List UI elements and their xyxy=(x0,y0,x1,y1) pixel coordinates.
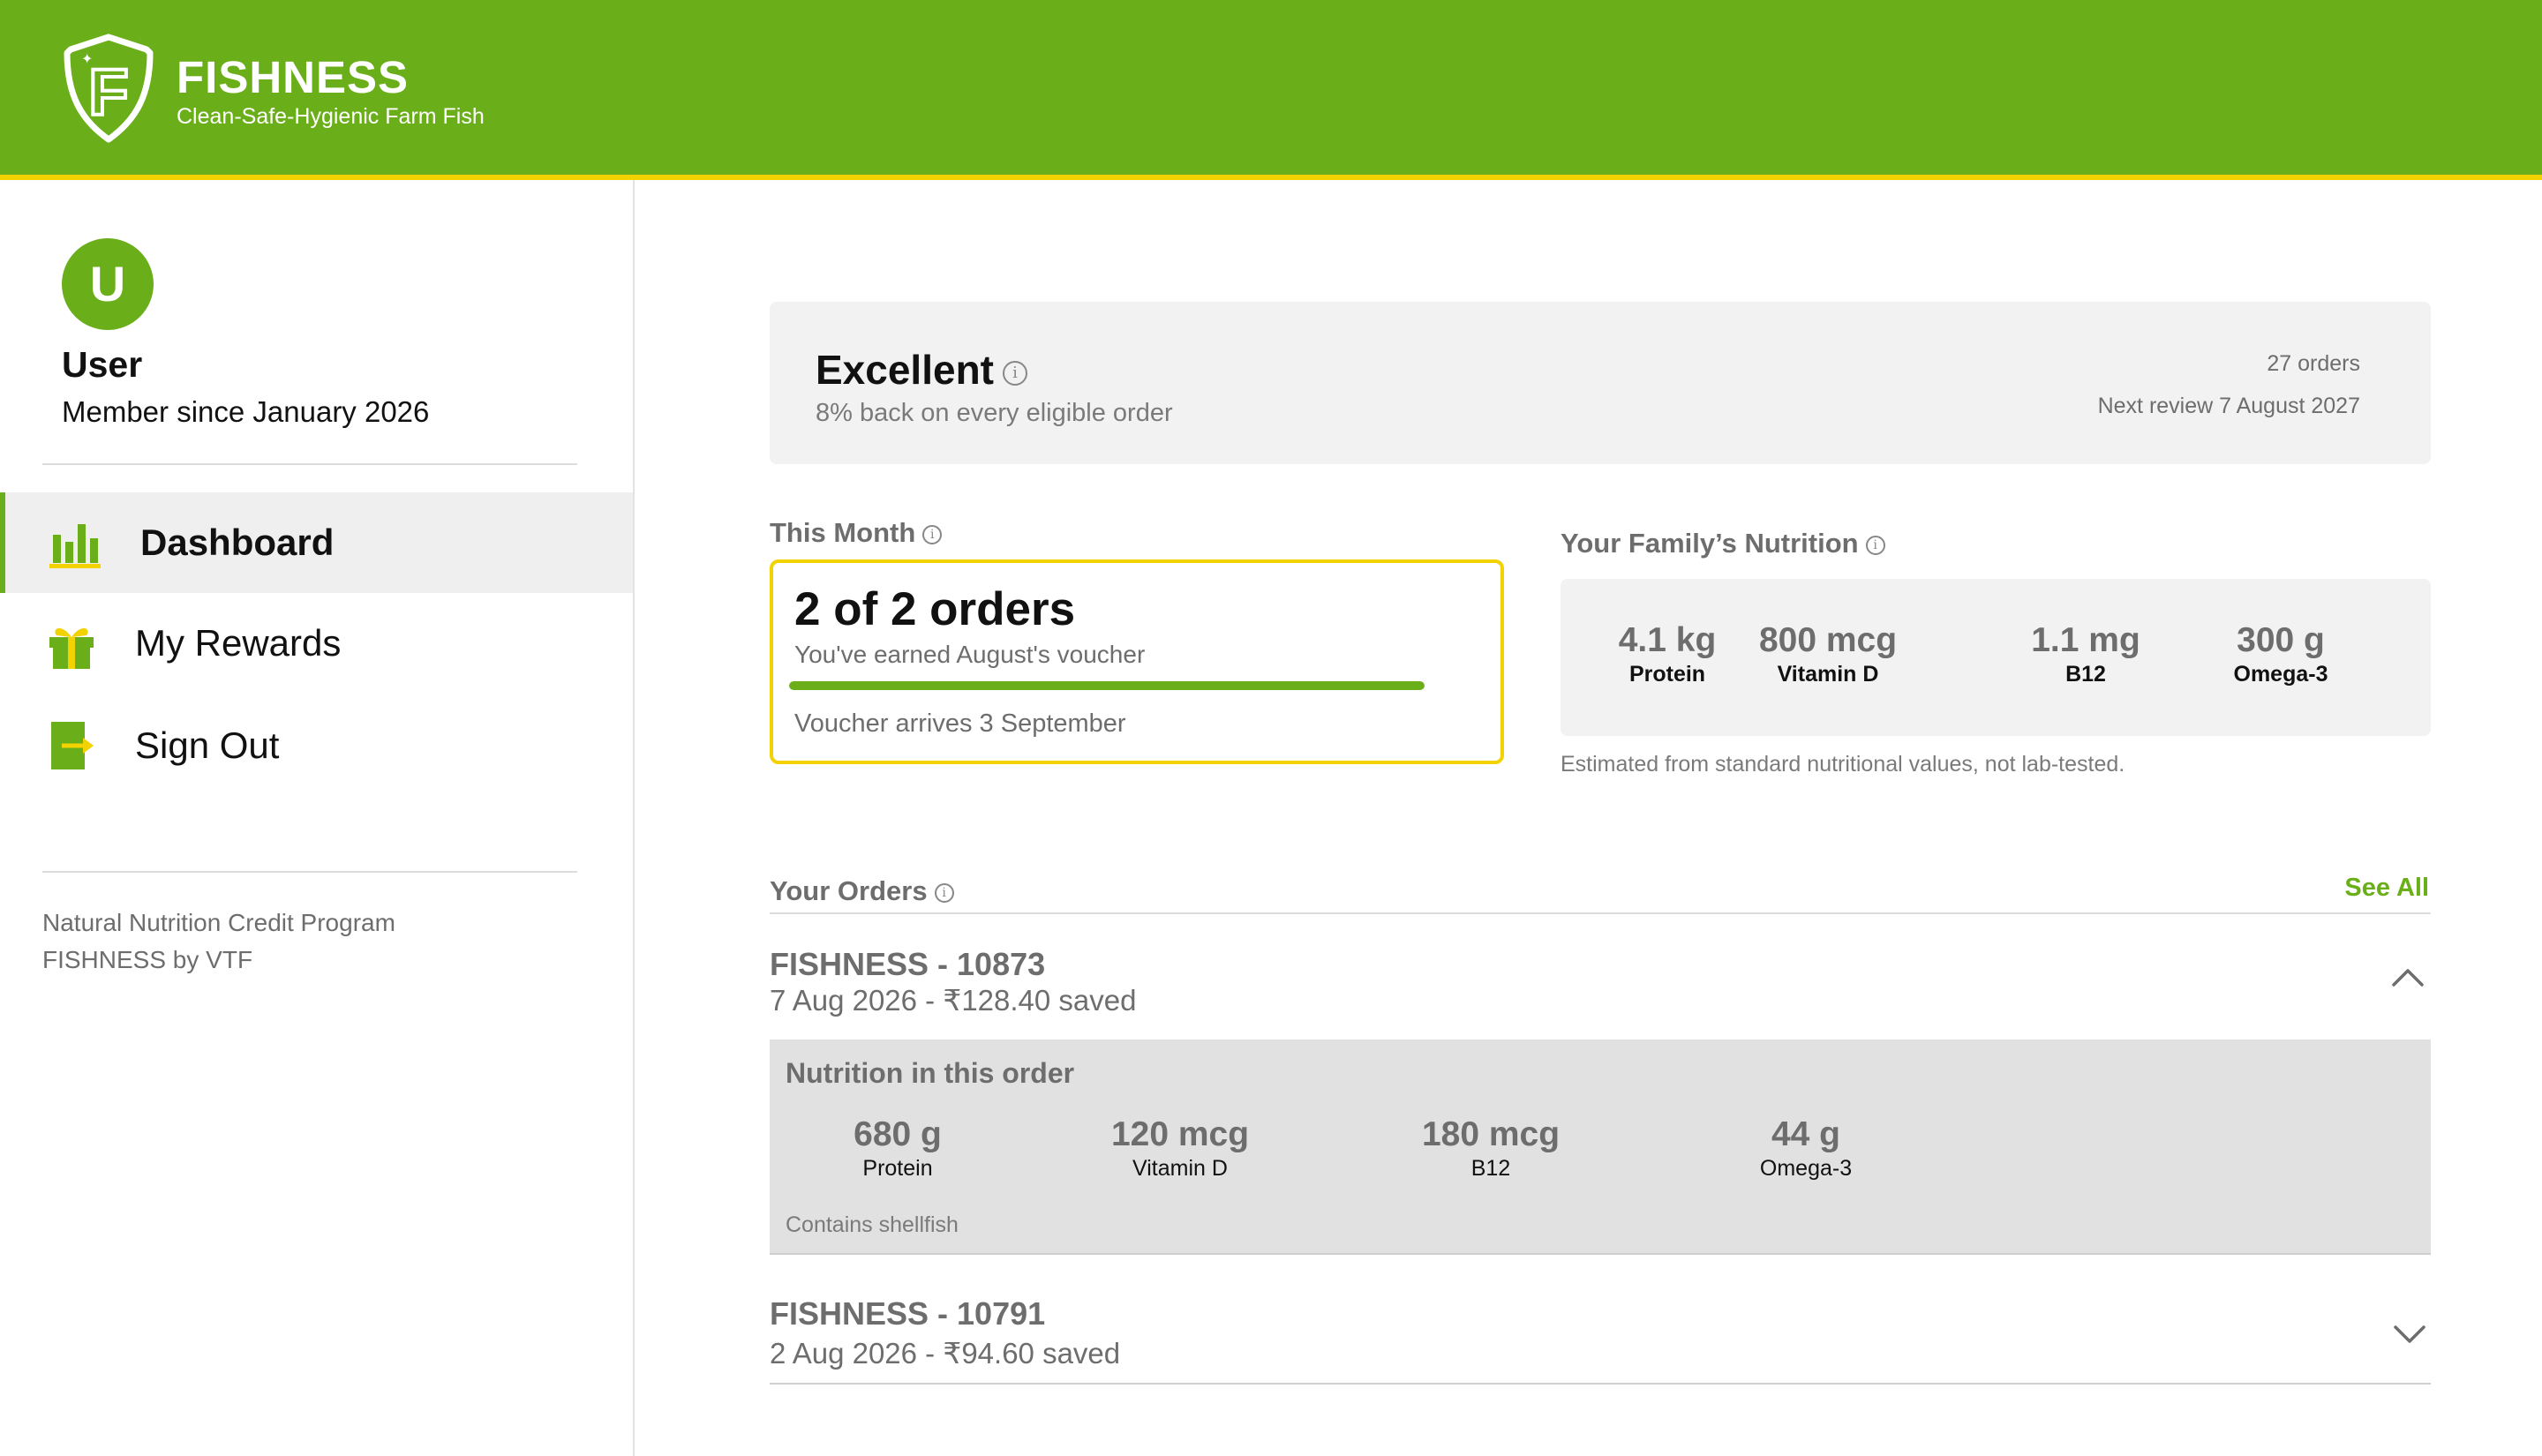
see-all-orders-link[interactable]: See All xyxy=(2344,874,2429,903)
metric-value: 4.1 kg xyxy=(1618,621,1717,659)
tier-next-review: Next review 7 August 2027 xyxy=(2097,394,2360,418)
info-icon[interactable]: i xyxy=(922,524,943,544)
family-nutrition-label: Your Family’s Nutrition xyxy=(1561,528,1859,559)
month-progress-fill xyxy=(789,681,1425,690)
sidebar: U User Member since January 2026 Dashboa… xyxy=(0,180,635,1456)
family-nutrition-heading: Your Family’s Nutrition i xyxy=(1561,528,1885,559)
month-order-count: 2 of 2 orders xyxy=(794,583,1076,635)
tier-title: Excellent i xyxy=(816,346,1027,394)
this-month-label: This Month xyxy=(770,517,916,548)
brand-name: FISHNESS xyxy=(177,52,410,102)
voucher-arrival: Voucher arrives 3 September xyxy=(794,709,1126,738)
sidebar-item-my-rewards[interactable]: My Rewards xyxy=(0,593,633,694)
sidebar-divider xyxy=(42,463,577,465)
member-since: Member since January 2026 xyxy=(62,395,430,428)
sidebar-item-sign-out[interactable]: Sign Out xyxy=(0,695,633,796)
logo-letter: F xyxy=(88,56,128,129)
tier-card: Excellent i 8% back on every eligible ord… xyxy=(770,302,2431,464)
tier-benefit: 8% back on every eligible order xyxy=(816,399,1173,427)
this-month-card: 2 of 2 orders You've earned August's vou… xyxy=(770,559,1504,764)
nutrition-metric-protein: 4.1 kg Protein xyxy=(1610,621,1725,687)
metric-value: 680 g xyxy=(854,1115,942,1153)
gift-icon xyxy=(49,627,94,669)
sidebar-item-label: Sign Out xyxy=(135,724,280,766)
user-name: User xyxy=(62,344,143,385)
sidebar-item-dashboard[interactable]: Dashboard xyxy=(0,492,633,593)
sidebar-divider xyxy=(42,871,577,873)
family-nutrition-card: 4.1 kg Protein 800 mcg Vitamin D 1.1 mg … xyxy=(1561,579,2431,736)
fishness-logo-icon[interactable]: F ✦ xyxy=(58,34,159,143)
this-month-heading: This Month i xyxy=(770,517,943,549)
app-header: F ✦ FISHNESS Clean-Safe-Hygienic Farm Fi… xyxy=(0,0,2542,180)
metric-value: 180 mcg xyxy=(1421,1115,1561,1153)
order-nutrition-title: Nutrition in this order xyxy=(786,1057,1075,1089)
your-orders-label: Your Orders xyxy=(770,875,928,906)
order-id[interactable]: FISHNESS - 10873 xyxy=(770,946,1045,983)
order-metric-vitamin-d: 120 mcg Vitamin D xyxy=(1105,1115,1255,1182)
order-nutrition-panel: Nutrition in this order 680 g Protein 12… xyxy=(770,1039,2431,1255)
metric-label: B12 xyxy=(1470,1156,1511,1181)
metric-value: 800 mcg xyxy=(1758,621,1898,659)
month-voucher-status: You've earned August's voucher xyxy=(794,641,1146,668)
order-metric-protein: 680 g Protein xyxy=(840,1115,955,1182)
nutrition-metric-omega-3: 300 g Omega-3 xyxy=(2210,621,2351,687)
chevron-down-icon[interactable] xyxy=(2392,1320,2427,1347)
program-name: Natural Nutrition Credit Program xyxy=(42,909,395,936)
bar-chart-icon xyxy=(49,524,101,568)
metric-label: Protein xyxy=(862,1156,933,1181)
brand-tagline: Clean-Safe-Hygienic Farm Fish xyxy=(177,104,485,129)
orders-divider xyxy=(770,1383,2431,1385)
sign-out-icon xyxy=(51,722,94,769)
order-metric-omega-3: 44 g Omega-3 xyxy=(1744,1115,1868,1182)
metric-label: Vitamin D xyxy=(1777,662,1879,687)
metric-value: 44 g xyxy=(1771,1115,1841,1153)
nutrition-disclaimer: Estimated from standard nutritional valu… xyxy=(1561,752,2125,777)
allergen-note: Contains shellfish xyxy=(786,1212,959,1237)
month-progress-bar xyxy=(789,681,1425,690)
orders-divider xyxy=(770,912,2431,914)
metric-label: Protein xyxy=(1628,662,1706,687)
info-icon[interactable]: i xyxy=(934,882,954,903)
metric-label: Omega-3 xyxy=(1759,1156,1853,1181)
metric-label: Omega-3 xyxy=(2233,662,2328,687)
metric-value: 1.1 mg xyxy=(2031,621,2140,659)
metric-label: Vitamin D xyxy=(1132,1156,1228,1181)
avatar[interactable]: U xyxy=(62,238,154,330)
metric-value: 300 g xyxy=(2237,621,2325,659)
order-meta: 7 Aug 2026 - ₹128.40 saved xyxy=(770,984,1137,1017)
nutrition-metric-vitamin-d: 800 mcg Vitamin D xyxy=(1728,621,1928,687)
chevron-up-icon[interactable] xyxy=(2390,964,2425,990)
sidebar-item-label: Dashboard xyxy=(140,522,335,563)
info-icon[interactable]: i xyxy=(1865,535,1885,555)
info-icon[interactable]: i xyxy=(1003,360,1027,386)
program-owner: FISHNESS by VTF xyxy=(42,946,253,973)
tier-name: Excellent xyxy=(816,347,994,393)
order-meta: 2 Aug 2026 - ₹94.60 saved xyxy=(770,1337,1121,1370)
order-metric-b12: 180 mcg B12 xyxy=(1416,1115,1566,1182)
tier-order-count: 27 orders xyxy=(2267,351,2360,376)
metric-value: 120 mcg xyxy=(1110,1115,1250,1153)
nutrition-metric-b12: 1.1 mg B12 xyxy=(2028,621,2143,687)
order-id[interactable]: FISHNESS - 10791 xyxy=(770,1295,1045,1332)
your-orders-heading: Your Orders i xyxy=(770,875,954,907)
svg-text:✦: ✦ xyxy=(81,50,93,67)
metric-label: B12 xyxy=(2065,662,2106,687)
sidebar-item-label: My Rewards xyxy=(135,622,342,664)
